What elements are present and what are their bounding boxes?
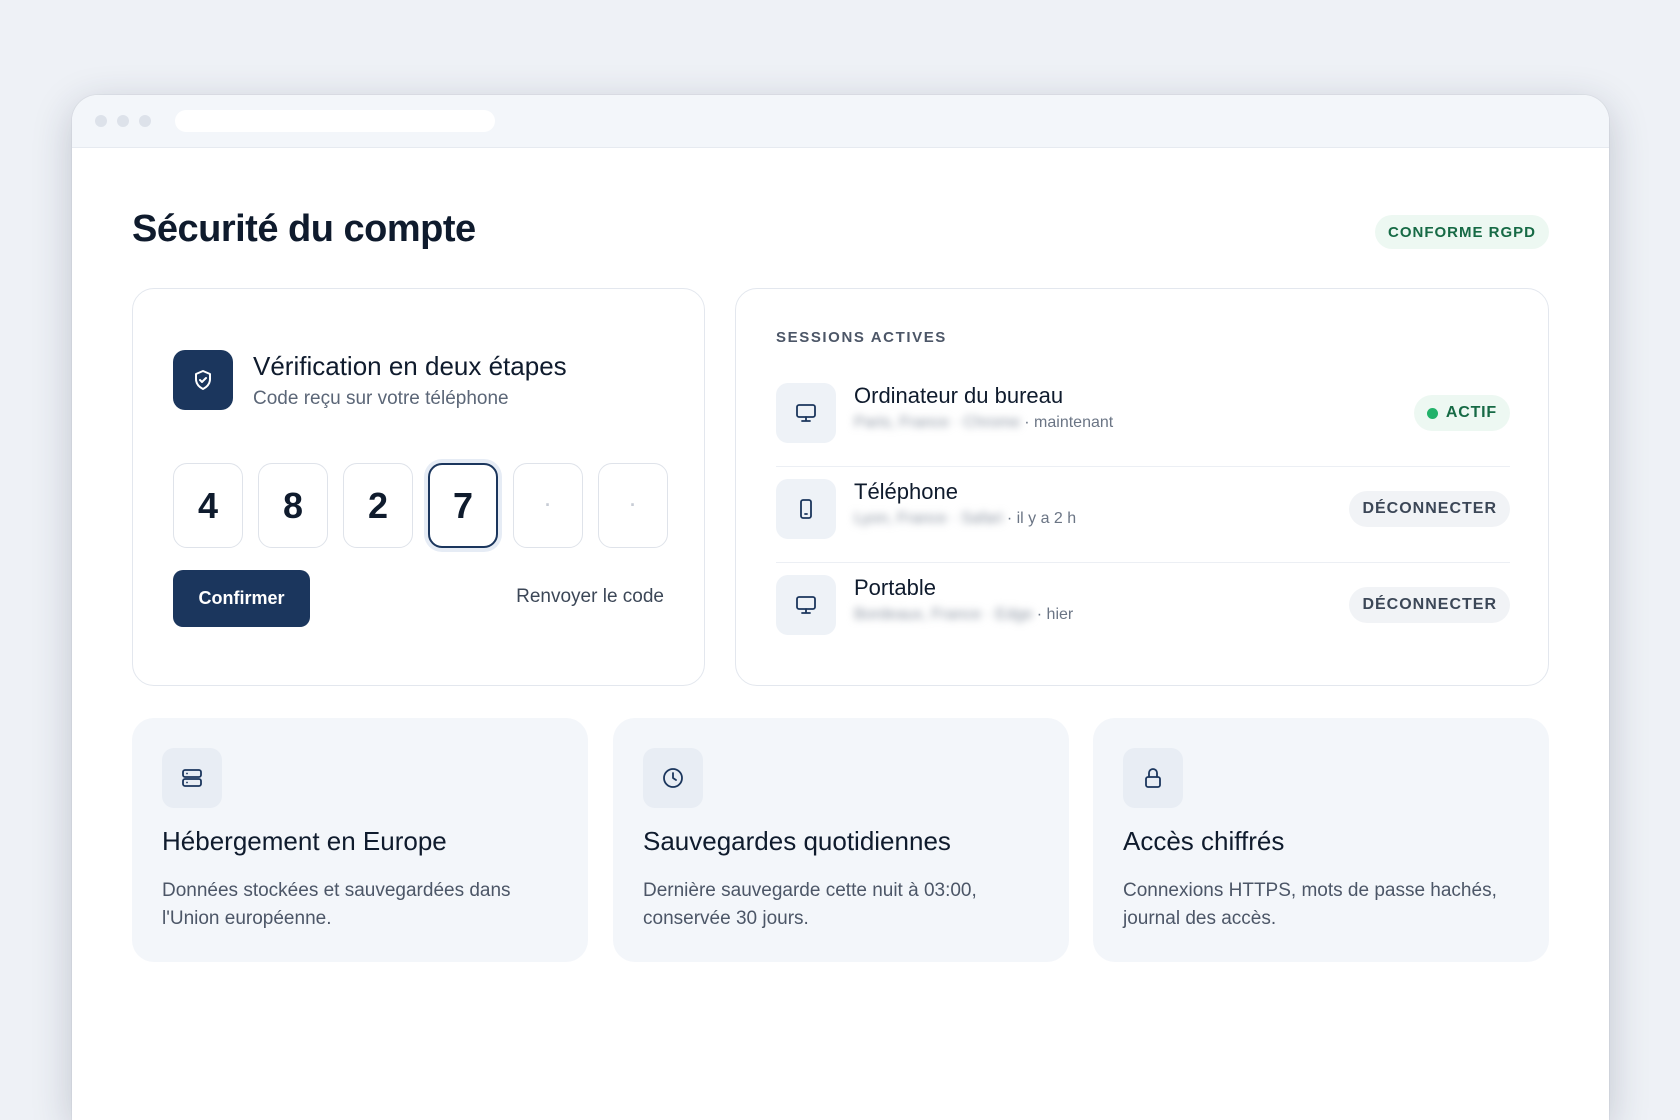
feature-description: Dernière sauvegarde cette nuit à 03:00, … [643, 880, 977, 929]
session-time: · il y a 2 h [1006, 510, 1077, 527]
session-meta: Lyon, France · Safari · il y a 2 h [854, 510, 1076, 528]
feature-card-hosting: Hébergement en Europe Données stockées e… [132, 718, 588, 962]
otp-digit-3[interactable]: 2 [343, 463, 413, 548]
feature-title: Accès chiffrés [1123, 826, 1285, 856]
two-factor-card: Vérification en deux étapes Code reçu su… [132, 288, 705, 686]
clock-icon [643, 748, 703, 808]
session-device-name: Ordinateur du bureau [854, 383, 1064, 408]
page-title: Sécurité du compte [132, 208, 476, 250]
session-location: Paris, France · Chrome [854, 414, 1021, 431]
otp-digit-5[interactable]: · [513, 463, 583, 548]
session-row: Téléphone Lyon, France · Safari · il y a… [776, 467, 1510, 563]
session-meta: Paris, France · Chrome · maintenant [854, 414, 1113, 432]
session-location: Lyon, France · Safari [854, 510, 1003, 527]
session-location: Bordeaux, France · Edge [854, 606, 1033, 623]
browser-chrome [72, 95, 1609, 148]
feature-title: Hébergement en Europe [162, 826, 447, 856]
session-time: · hier [1036, 606, 1074, 623]
two-factor-subtitle: Code reçu sur votre téléphone [253, 388, 509, 409]
sessions-label: SESSIONS ACTIVES [776, 329, 947, 346]
otp-digit-2[interactable]: 8 [258, 463, 328, 548]
feature-description: Données stockées et sauvegardées dans l'… [162, 880, 511, 929]
active-sessions-card: SESSIONS ACTIVES Ordinateur du bureau Pa… [735, 288, 1549, 686]
window-dot [95, 115, 107, 127]
feature-card-backups: Sauvegardes quotidiennes Dernière sauveg… [613, 718, 1069, 962]
window-dot [117, 115, 129, 127]
disconnect-button[interactable]: DÉCONNECTER [1349, 491, 1510, 527]
session-device-name: Portable [854, 575, 936, 600]
status-label: ACTIF [1445, 404, 1497, 421]
otp-digit-6[interactable]: · [598, 463, 668, 548]
feature-title: Sauvegardes quotidiennes [643, 826, 951, 856]
feature-description: Connexions HTTPS, mots de passe hachés, … [1123, 880, 1497, 929]
monitor-icon [776, 575, 836, 635]
address-bar[interactable] [175, 110, 495, 132]
shield-icon [173, 350, 233, 410]
server-icon [162, 748, 222, 808]
compliance-badge: CONFORME RGPD [1375, 215, 1549, 249]
feature-card-encryption: Accès chiffrés Connexions HTTPS, mots de… [1093, 718, 1549, 962]
disconnect-button[interactable]: DÉCONNECTER [1349, 587, 1510, 623]
otp-input-group: 4 8 2 7 · · [173, 463, 668, 548]
monitor-icon [776, 383, 836, 443]
confirm-button[interactable]: Confirmer [173, 570, 310, 627]
smartphone-icon [776, 479, 836, 539]
session-device-name: Téléphone [854, 479, 958, 504]
otp-digit-1[interactable]: 4 [173, 463, 243, 548]
session-time: · maintenant [1024, 414, 1114, 431]
session-row: Ordinateur du bureau Paris, France · Chr… [776, 371, 1510, 467]
session-row: Portable Bordeaux, France · Edge · hier … [776, 563, 1510, 659]
session-meta: Bordeaux, France · Edge · hier [854, 606, 1073, 624]
status-badge: ACTIF [1413, 395, 1510, 431]
window-dot [139, 115, 151, 127]
browser-window: Sécurité du compte CONFORME RGPD Vérific… [72, 95, 1609, 1120]
otp-digit-4[interactable]: 7 [428, 463, 498, 548]
resend-code-link[interactable]: Renvoyer le code [516, 586, 664, 608]
two-factor-title: Vérification en deux étapes [253, 351, 567, 381]
lock-icon [1123, 748, 1183, 808]
status-dot-icon [1426, 407, 1438, 419]
